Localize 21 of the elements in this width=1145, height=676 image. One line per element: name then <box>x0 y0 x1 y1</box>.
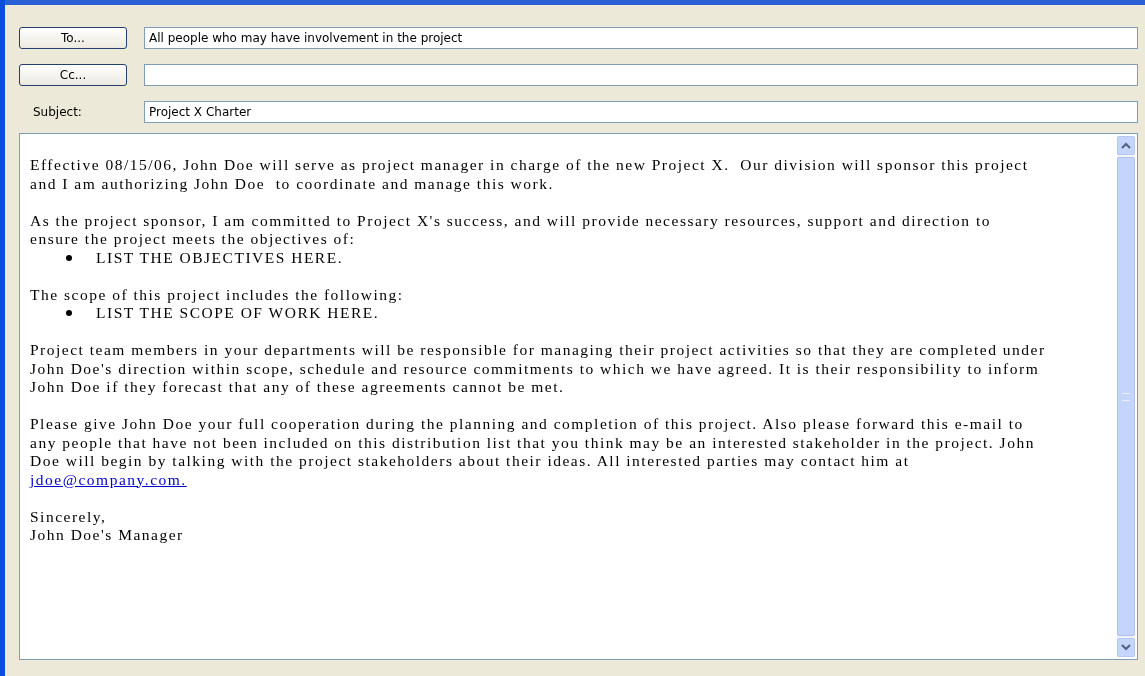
bullet-text: LIST THE OBJECTIVES HERE. <box>96 248 344 267</box>
to-button[interactable]: To... <box>19 27 127 49</box>
body-paragraph: Effective 08/15/06, John Doe will serve as project manager in charge of the new Project X. Our division will sponsor this project and I am authorizing John Doe to coordinate and manage this work. <box>30 156 1030 193</box>
cc-button[interactable]: Cc... <box>19 64 127 86</box>
scroll-up-button[interactable] <box>1117 136 1135 155</box>
caret-down-icon <box>1121 644 1131 651</box>
bullet-icon <box>66 310 72 317</box>
cc-field[interactable] <box>144 64 1138 86</box>
subject-field[interactable]: Project X Charter <box>144 101 1138 123</box>
body-paragraph: Please give John Doe your full cooperation during the planning and completion of this project. Also please forward this e-mail to any people that have not been included on this distribution list that you think may be an interested stakeholder in the project. John Doe will begin by talking with the project stakeholders about their ideas. All interested parties may contact him at <box>30 415 1036 471</box>
subject-label: Subject: <box>32 105 83 119</box>
scroll-down-button[interactable] <box>1117 638 1135 657</box>
bullet-text: LIST THE SCOPE OF WORK HERE. <box>96 304 380 323</box>
bullet-icon <box>66 254 72 261</box>
to-field[interactable]: All people who may have involvement in the project <box>144 27 1138 49</box>
caret-up-icon <box>1121 142 1131 149</box>
body-paragraph: Project team members in your departments will be responsible for managing their project activities so that they are completed under John Doe's direction within scope, schedule and resource commitments to which we have agreed. It is their responsibility to inform John Doe if they forecast that any of these agreements cannot be met. <box>30 341 1047 397</box>
body-paragraph: The scope of this project includes the following: <box>30 285 405 304</box>
body-paragraph: As the project sponsor, I am committed to Project X's success, and will provide necessary resources, support and direction to ensure the project meets the objectives of: <box>30 211 993 249</box>
body-paragraph: Sincerely, John Doe's Manager <box>30 507 185 545</box>
email-link[interactable]: jdoe@company.com. <box>30 470 187 488</box>
